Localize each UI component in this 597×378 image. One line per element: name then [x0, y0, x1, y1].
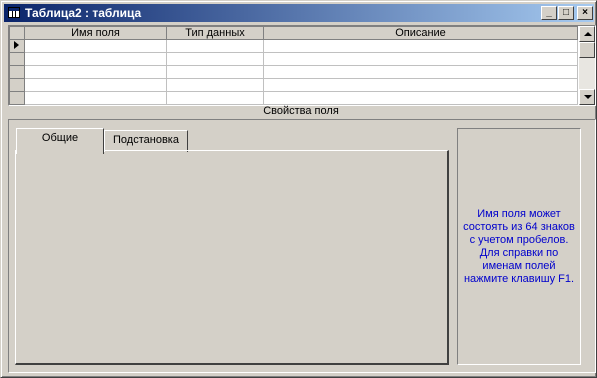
scroll-down-button[interactable] [579, 89, 595, 105]
vertical-scrollbar[interactable] [579, 26, 595, 105]
table-row[interactable] [9, 91, 578, 105]
scroll-up-button[interactable] [579, 26, 595, 42]
column-header-field-name: Имя поля [24, 26, 167, 40]
table-row[interactable] [9, 65, 578, 79]
close-button[interactable]: × [577, 6, 593, 20]
arrow-up-icon [584, 32, 592, 36]
data-type-cell[interactable] [166, 39, 264, 53]
minimize-button[interactable]: _ [541, 6, 557, 20]
field-grid: Имя поля Тип данных Описание [8, 25, 596, 106]
field-properties-pane: Общие Подстановка Имя поля может состоят… [8, 119, 596, 373]
row-selector[interactable] [9, 39, 25, 53]
arrow-down-icon [584, 95, 592, 99]
row-selector[interactable] [9, 78, 25, 92]
current-row-icon [14, 40, 19, 49]
row-selector[interactable] [9, 52, 25, 66]
table-row[interactable] [9, 39, 578, 53]
column-header-description: Описание [263, 26, 578, 40]
table-row[interactable] [9, 52, 578, 66]
data-type-cell[interactable] [166, 65, 264, 79]
scroll-thumb[interactable] [579, 42, 595, 58]
table-design-window: Таблица2 : таблица _ □ × Имя поля Тип да… [0, 0, 597, 378]
table-row[interactable] [9, 78, 578, 92]
tab-general[interactable]: Общие [16, 128, 104, 154]
help-text: Имя поля может состоять из 64 знаков с у… [463, 207, 575, 285]
tab-lookup[interactable]: Подстановка [104, 130, 188, 152]
grid-header-row: Имя поля Тип данных Описание [9, 26, 578, 40]
window-title: Таблица2 : таблица [25, 6, 142, 20]
field-properties-label: Свойства поля [263, 105, 339, 117]
data-type-cell[interactable] [166, 52, 264, 66]
row-selector[interactable] [9, 91, 25, 105]
description-cell[interactable] [263, 39, 578, 53]
field-name-cell[interactable] [24, 52, 167, 66]
maximize-button[interactable]: □ [558, 6, 574, 20]
data-type-cell[interactable] [166, 91, 264, 105]
field-name-cell[interactable] [24, 78, 167, 92]
field-name-cell[interactable] [24, 39, 167, 53]
field-name-cell[interactable] [24, 91, 167, 105]
data-type-cell[interactable] [166, 78, 264, 92]
title-bar[interactable]: Таблица2 : таблица _ □ × [4, 4, 594, 22]
description-cell[interactable] [263, 78, 578, 92]
row-selector-header [9, 26, 25, 40]
help-panel: Имя поля может состоять из 64 знаков с у… [457, 128, 581, 365]
description-cell[interactable] [263, 91, 578, 105]
field-name-cell[interactable] [24, 65, 167, 79]
row-selector[interactable] [9, 65, 25, 79]
general-tab-panel [15, 150, 449, 365]
column-header-data-type: Тип данных [166, 26, 264, 40]
table-icon [8, 7, 20, 18]
description-cell[interactable] [263, 65, 578, 79]
description-cell[interactable] [263, 52, 578, 66]
